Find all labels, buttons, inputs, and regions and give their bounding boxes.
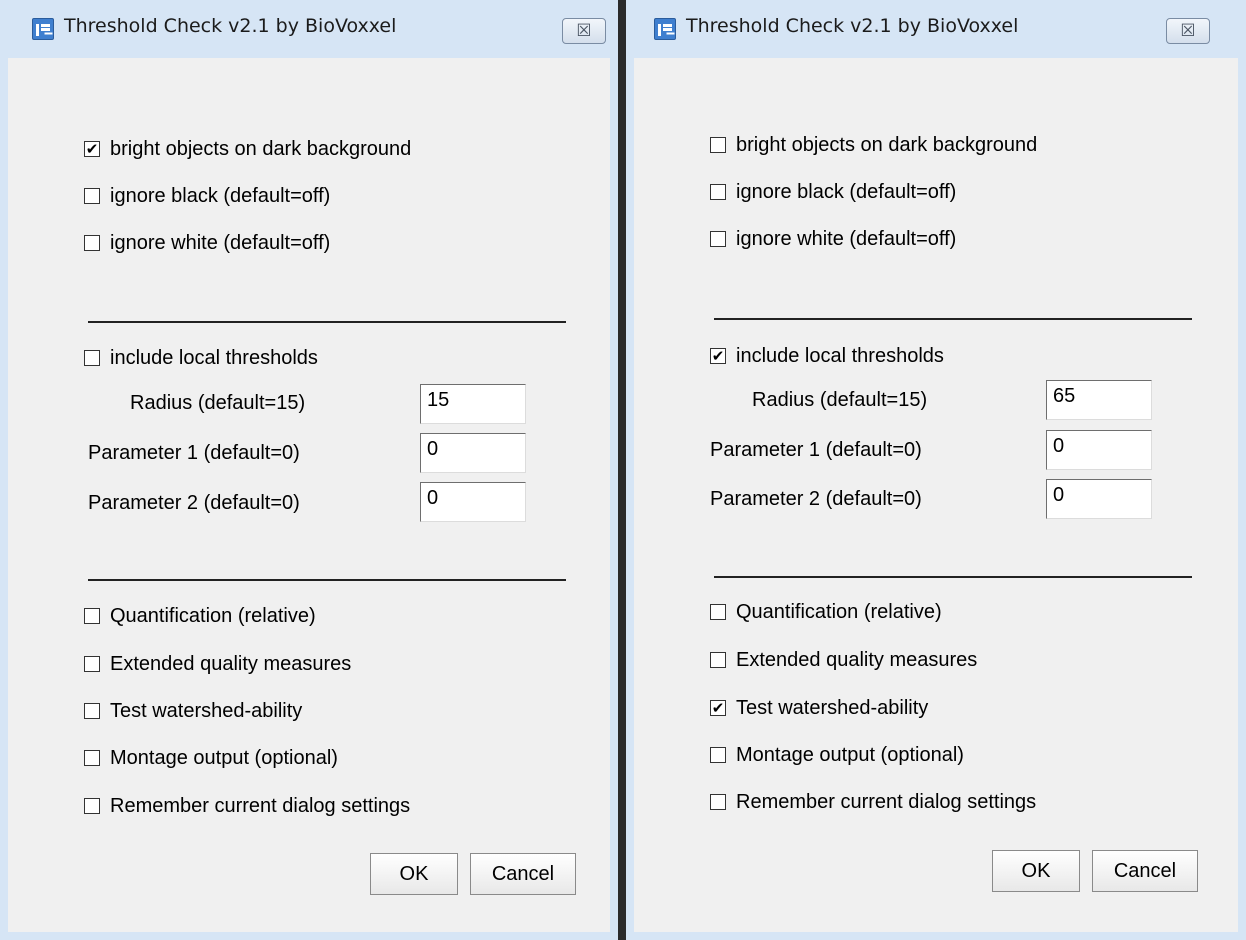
imagej-app-icon: [32, 18, 54, 40]
radius-input[interactable]: 15: [420, 384, 526, 424]
parameter-1-input[interactable]: 0: [1046, 430, 1152, 470]
window-title: Threshold Check v2.1 by BioVoxxel: [686, 15, 1019, 37]
threshold-check-dialog-left: Threshold Check v2.1 by BioVoxxel ☒ ✔ br…: [0, 0, 618, 940]
checkbox-label: Test watershed-ability: [110, 699, 303, 722]
checkbox-label: Extended quality measures: [110, 652, 352, 675]
checkbox-box[interactable]: [84, 798, 100, 814]
checkbox-label: Test watershed-ability: [736, 696, 929, 719]
checkbox-extended-quality[interactable]: Extended quality measures: [84, 651, 351, 677]
dialog-content: bright objects on dark background ignore…: [634, 58, 1238, 932]
checkbox-include-local-thresholds[interactable]: ✔ include local thresholds: [710, 343, 944, 369]
checkbox-remember-settings[interactable]: Remember current dialog settings: [84, 793, 410, 819]
radius-input[interactable]: 65: [1046, 380, 1152, 420]
checkbox-box[interactable]: [84, 703, 100, 719]
checkbox-label: ignore black (default=off): [110, 184, 331, 207]
checkbox-ignore-white[interactable]: ignore white (default=off): [710, 226, 956, 252]
checkbox-montage-output[interactable]: Montage output (optional): [84, 745, 338, 771]
threshold-check-dialog-right: Threshold Check v2.1 by BioVoxxel ☒ brig…: [626, 0, 1246, 940]
separator-line: [88, 579, 566, 581]
cancel-button[interactable]: Cancel: [470, 853, 576, 895]
radius-label: Radius (default=15): [752, 389, 928, 411]
separator-line: [714, 318, 1192, 320]
close-button[interactable]: ☒: [562, 18, 606, 44]
ok-button[interactable]: OK: [992, 850, 1080, 892]
title-bar[interactable]: Threshold Check v2.1 by BioVoxxel ☒: [0, 0, 618, 58]
checkbox-quantification[interactable]: Quantification (relative): [710, 599, 942, 625]
ok-button[interactable]: OK: [370, 853, 458, 895]
checkbox-label: Montage output (optional): [736, 743, 964, 766]
imagej-app-icon: [654, 18, 676, 40]
checkbox-box[interactable]: [710, 794, 726, 810]
checkbox-box[interactable]: [84, 608, 100, 624]
separator-line: [714, 576, 1192, 578]
parameter-1-label: Parameter 1 (default=0): [710, 439, 922, 461]
checkbox-box[interactable]: [710, 652, 726, 668]
checkbox-test-watershed[interactable]: Test watershed-ability: [84, 698, 302, 724]
checkbox-box[interactable]: [84, 750, 100, 766]
checkbox-label: Quantification (relative): [110, 604, 316, 627]
checkbox-box[interactable]: [84, 656, 100, 672]
parameter-2-input[interactable]: 0: [1046, 479, 1152, 519]
checkbox-label: include local thresholds: [736, 344, 944, 367]
cancel-button[interactable]: Cancel: [1092, 850, 1198, 892]
checkbox-box[interactable]: [710, 231, 726, 247]
checkbox-label: Remember current dialog settings: [110, 794, 411, 817]
checkbox-test-watershed[interactable]: ✔ Test watershed-ability: [710, 695, 928, 721]
checkbox-label: Extended quality measures: [736, 648, 978, 671]
checkbox-quantification[interactable]: Quantification (relative): [84, 603, 316, 629]
parameter-2-label: Parameter 2 (default=0): [710, 488, 922, 510]
radius-label: Radius (default=15): [130, 392, 306, 414]
separator-line: [88, 321, 566, 323]
checkbox-box[interactable]: [710, 184, 726, 200]
checkbox-bright-objects[interactable]: ✔ bright objects on dark background: [84, 136, 411, 162]
checkbox-label: Remember current dialog settings: [736, 790, 1037, 813]
checkbox-label: Quantification (relative): [736, 600, 942, 623]
checkbox-ignore-black[interactable]: ignore black (default=off): [710, 179, 956, 205]
parameter-2-input[interactable]: 0: [420, 482, 526, 522]
checkbox-label: Montage output (optional): [110, 746, 338, 769]
checkbox-label: bright objects on dark background: [110, 137, 412, 160]
checkbox-box[interactable]: [710, 604, 726, 620]
checkbox-remember-settings[interactable]: Remember current dialog settings: [710, 789, 1036, 815]
checkbox-ignore-white[interactable]: ignore white (default=off): [84, 230, 330, 256]
dialog-content: ✔ bright objects on dark background igno…: [8, 58, 610, 932]
checkbox-label: include local thresholds: [110, 346, 318, 369]
window-title: Threshold Check v2.1 by BioVoxxel: [64, 15, 397, 37]
parameter-1-input[interactable]: 0: [420, 433, 526, 473]
checkbox-ignore-black[interactable]: ignore black (default=off): [84, 183, 330, 209]
checkbox-box[interactable]: ✔: [84, 141, 100, 157]
checkbox-box[interactable]: [710, 747, 726, 763]
checkbox-extended-quality[interactable]: Extended quality measures: [710, 647, 977, 673]
close-button[interactable]: ☒: [1166, 18, 1210, 44]
checkbox-label: bright objects on dark background: [736, 133, 1038, 156]
parameter-1-label: Parameter 1 (default=0): [88, 442, 300, 464]
checkbox-bright-objects[interactable]: bright objects on dark background: [710, 132, 1037, 158]
checkbox-box[interactable]: ✔: [710, 700, 726, 716]
title-bar[interactable]: Threshold Check v2.1 by BioVoxxel ☒: [626, 0, 1246, 58]
checkbox-label: ignore white (default=off): [110, 231, 331, 254]
checkbox-box[interactable]: [84, 188, 100, 204]
checkbox-label: ignore black (default=off): [736, 180, 957, 203]
parameter-2-label: Parameter 2 (default=0): [88, 492, 300, 514]
checkbox-box[interactable]: [710, 137, 726, 153]
checkbox-box[interactable]: [84, 350, 100, 366]
checkbox-box[interactable]: [84, 235, 100, 251]
checkbox-box[interactable]: ✔: [710, 348, 726, 364]
checkbox-include-local-thresholds[interactable]: include local thresholds: [84, 345, 318, 371]
checkbox-label: ignore white (default=off): [736, 227, 957, 250]
checkbox-montage-output[interactable]: Montage output (optional): [710, 742, 964, 768]
